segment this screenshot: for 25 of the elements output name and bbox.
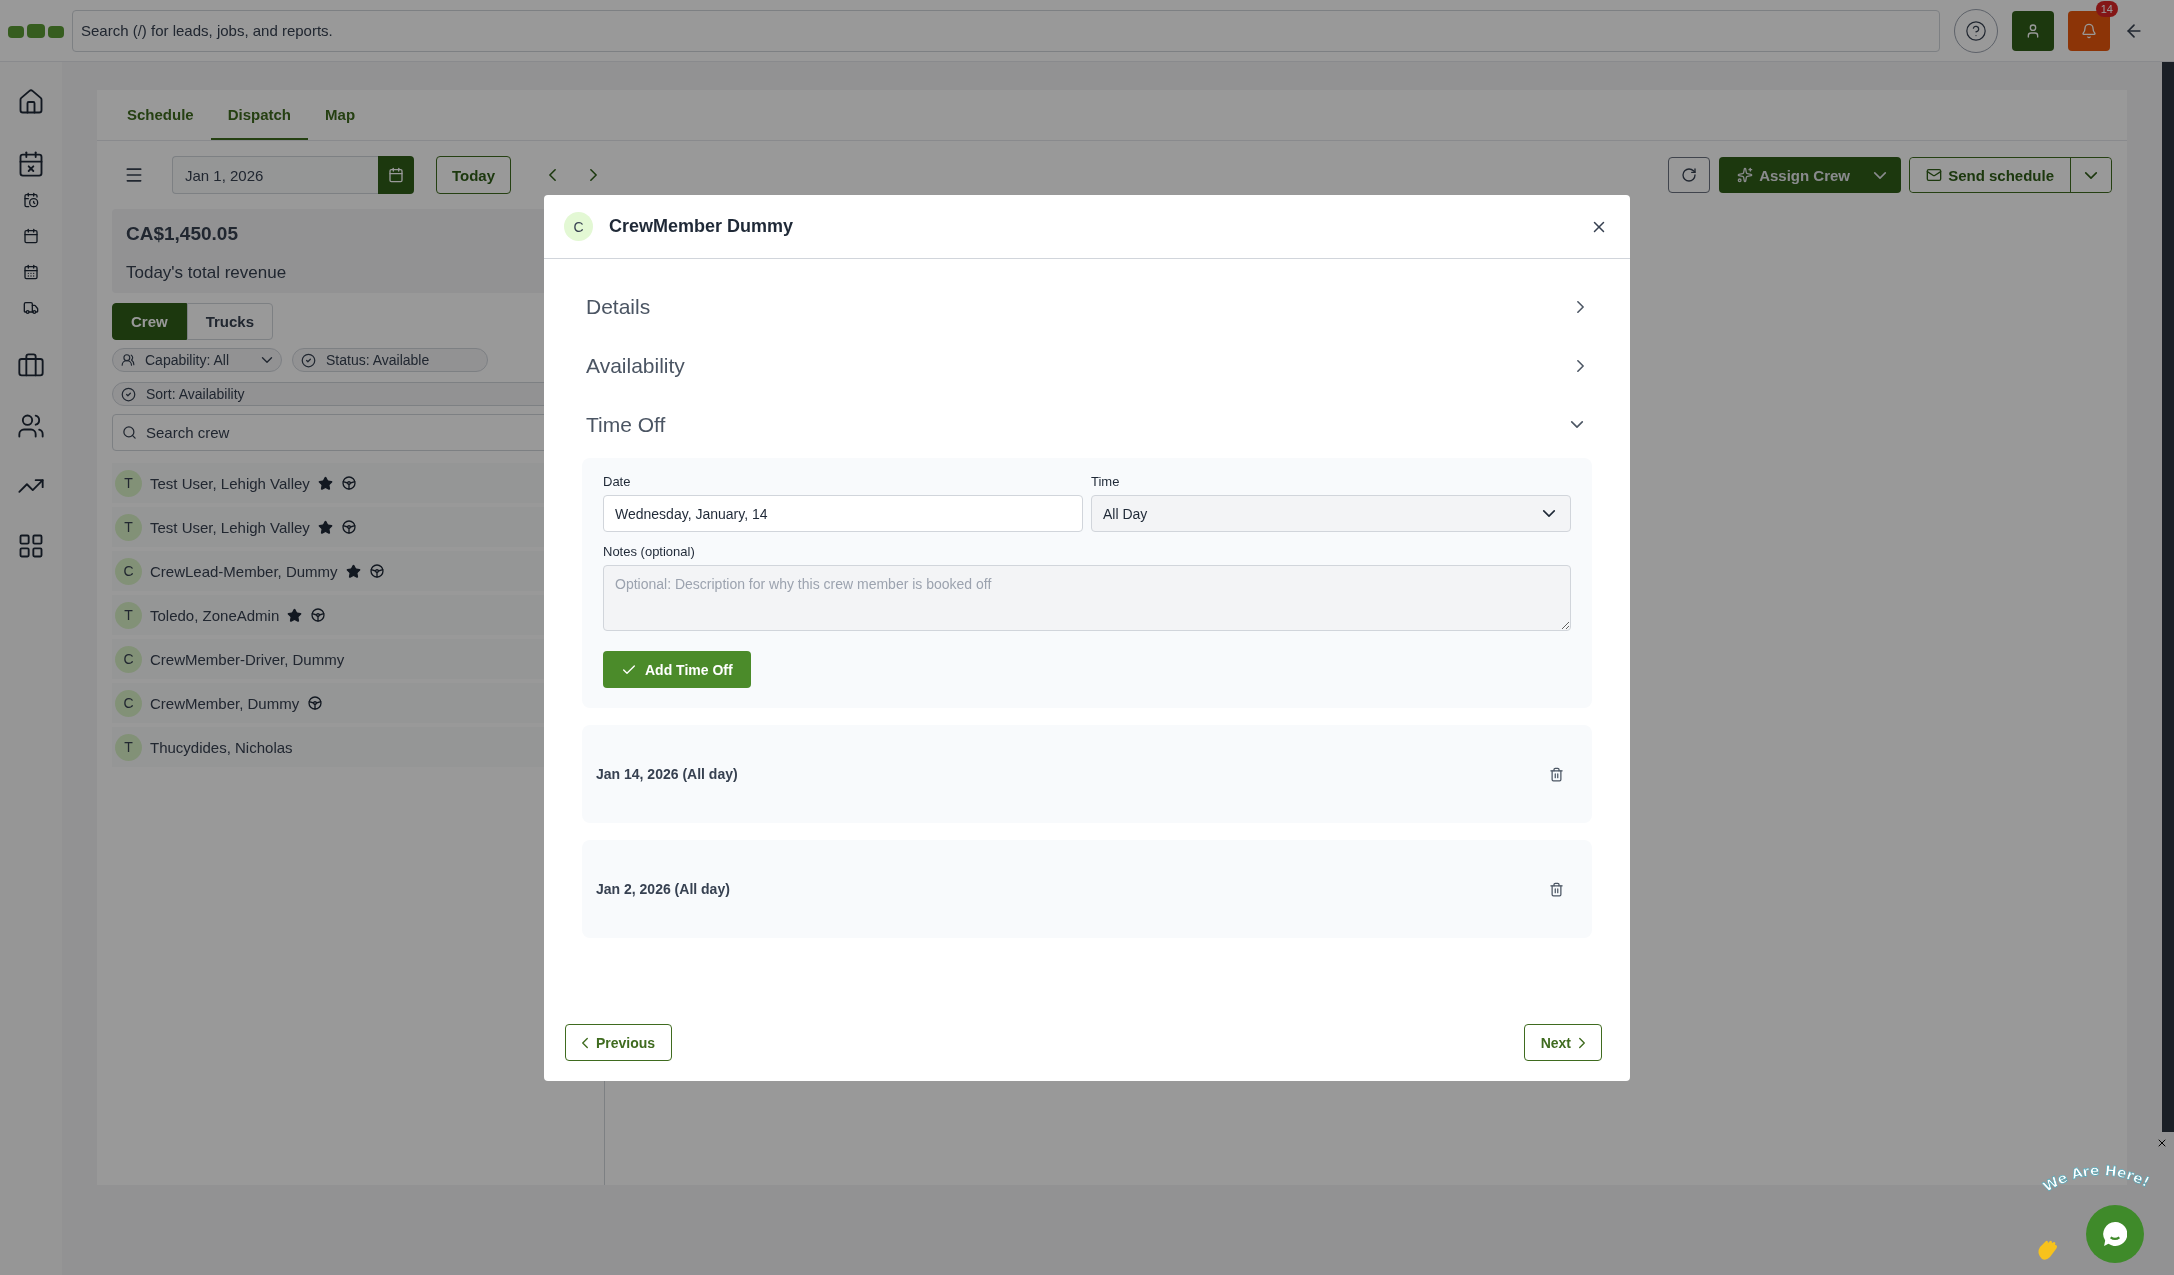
crew-name: Test User, Lehigh Valley (150, 474, 310, 492)
revenue-amount: CA$1,450.05 (126, 223, 239, 245)
avatar: C (115, 557, 142, 585)
avatar: T (115, 513, 142, 541)
crew-name: CrewMember-Driver, Dummy (150, 650, 345, 668)
time-off-date: Jan 14, 2026 (All day) (596, 766, 738, 782)
crew-name: CrewLead-Member, Dummy (150, 562, 338, 580)
avatar: T (115, 469, 142, 497)
crew-name: CrewMember, Dummy (150, 694, 300, 712)
crew-name: Test User, Lehigh Valley (150, 518, 310, 536)
avatar: C (115, 689, 142, 717)
avatar: C (564, 212, 593, 241)
avatar: T (115, 733, 142, 761)
field-label: Notes (optional) (603, 544, 696, 559)
avatar: T (115, 601, 142, 629)
chat-greeting-text: We Are Here! (2034, 1159, 2166, 1199)
crew-name: Toledo, ZoneAdmin (150, 606, 280, 624)
time-off-date: Jan 2, 2026 (All day) (596, 881, 730, 897)
avatar: C (115, 645, 142, 673)
field-label: Date (603, 474, 632, 489)
crew-name: Thucydides, Nicholas (150, 738, 293, 756)
revenue-label: Today's total revenue (126, 263, 288, 283)
field-label: Time (1091, 474, 1121, 489)
notification-badge: 14 (2095, 0, 2118, 17)
dialog-title: CrewMember Dummy (609, 216, 795, 237)
